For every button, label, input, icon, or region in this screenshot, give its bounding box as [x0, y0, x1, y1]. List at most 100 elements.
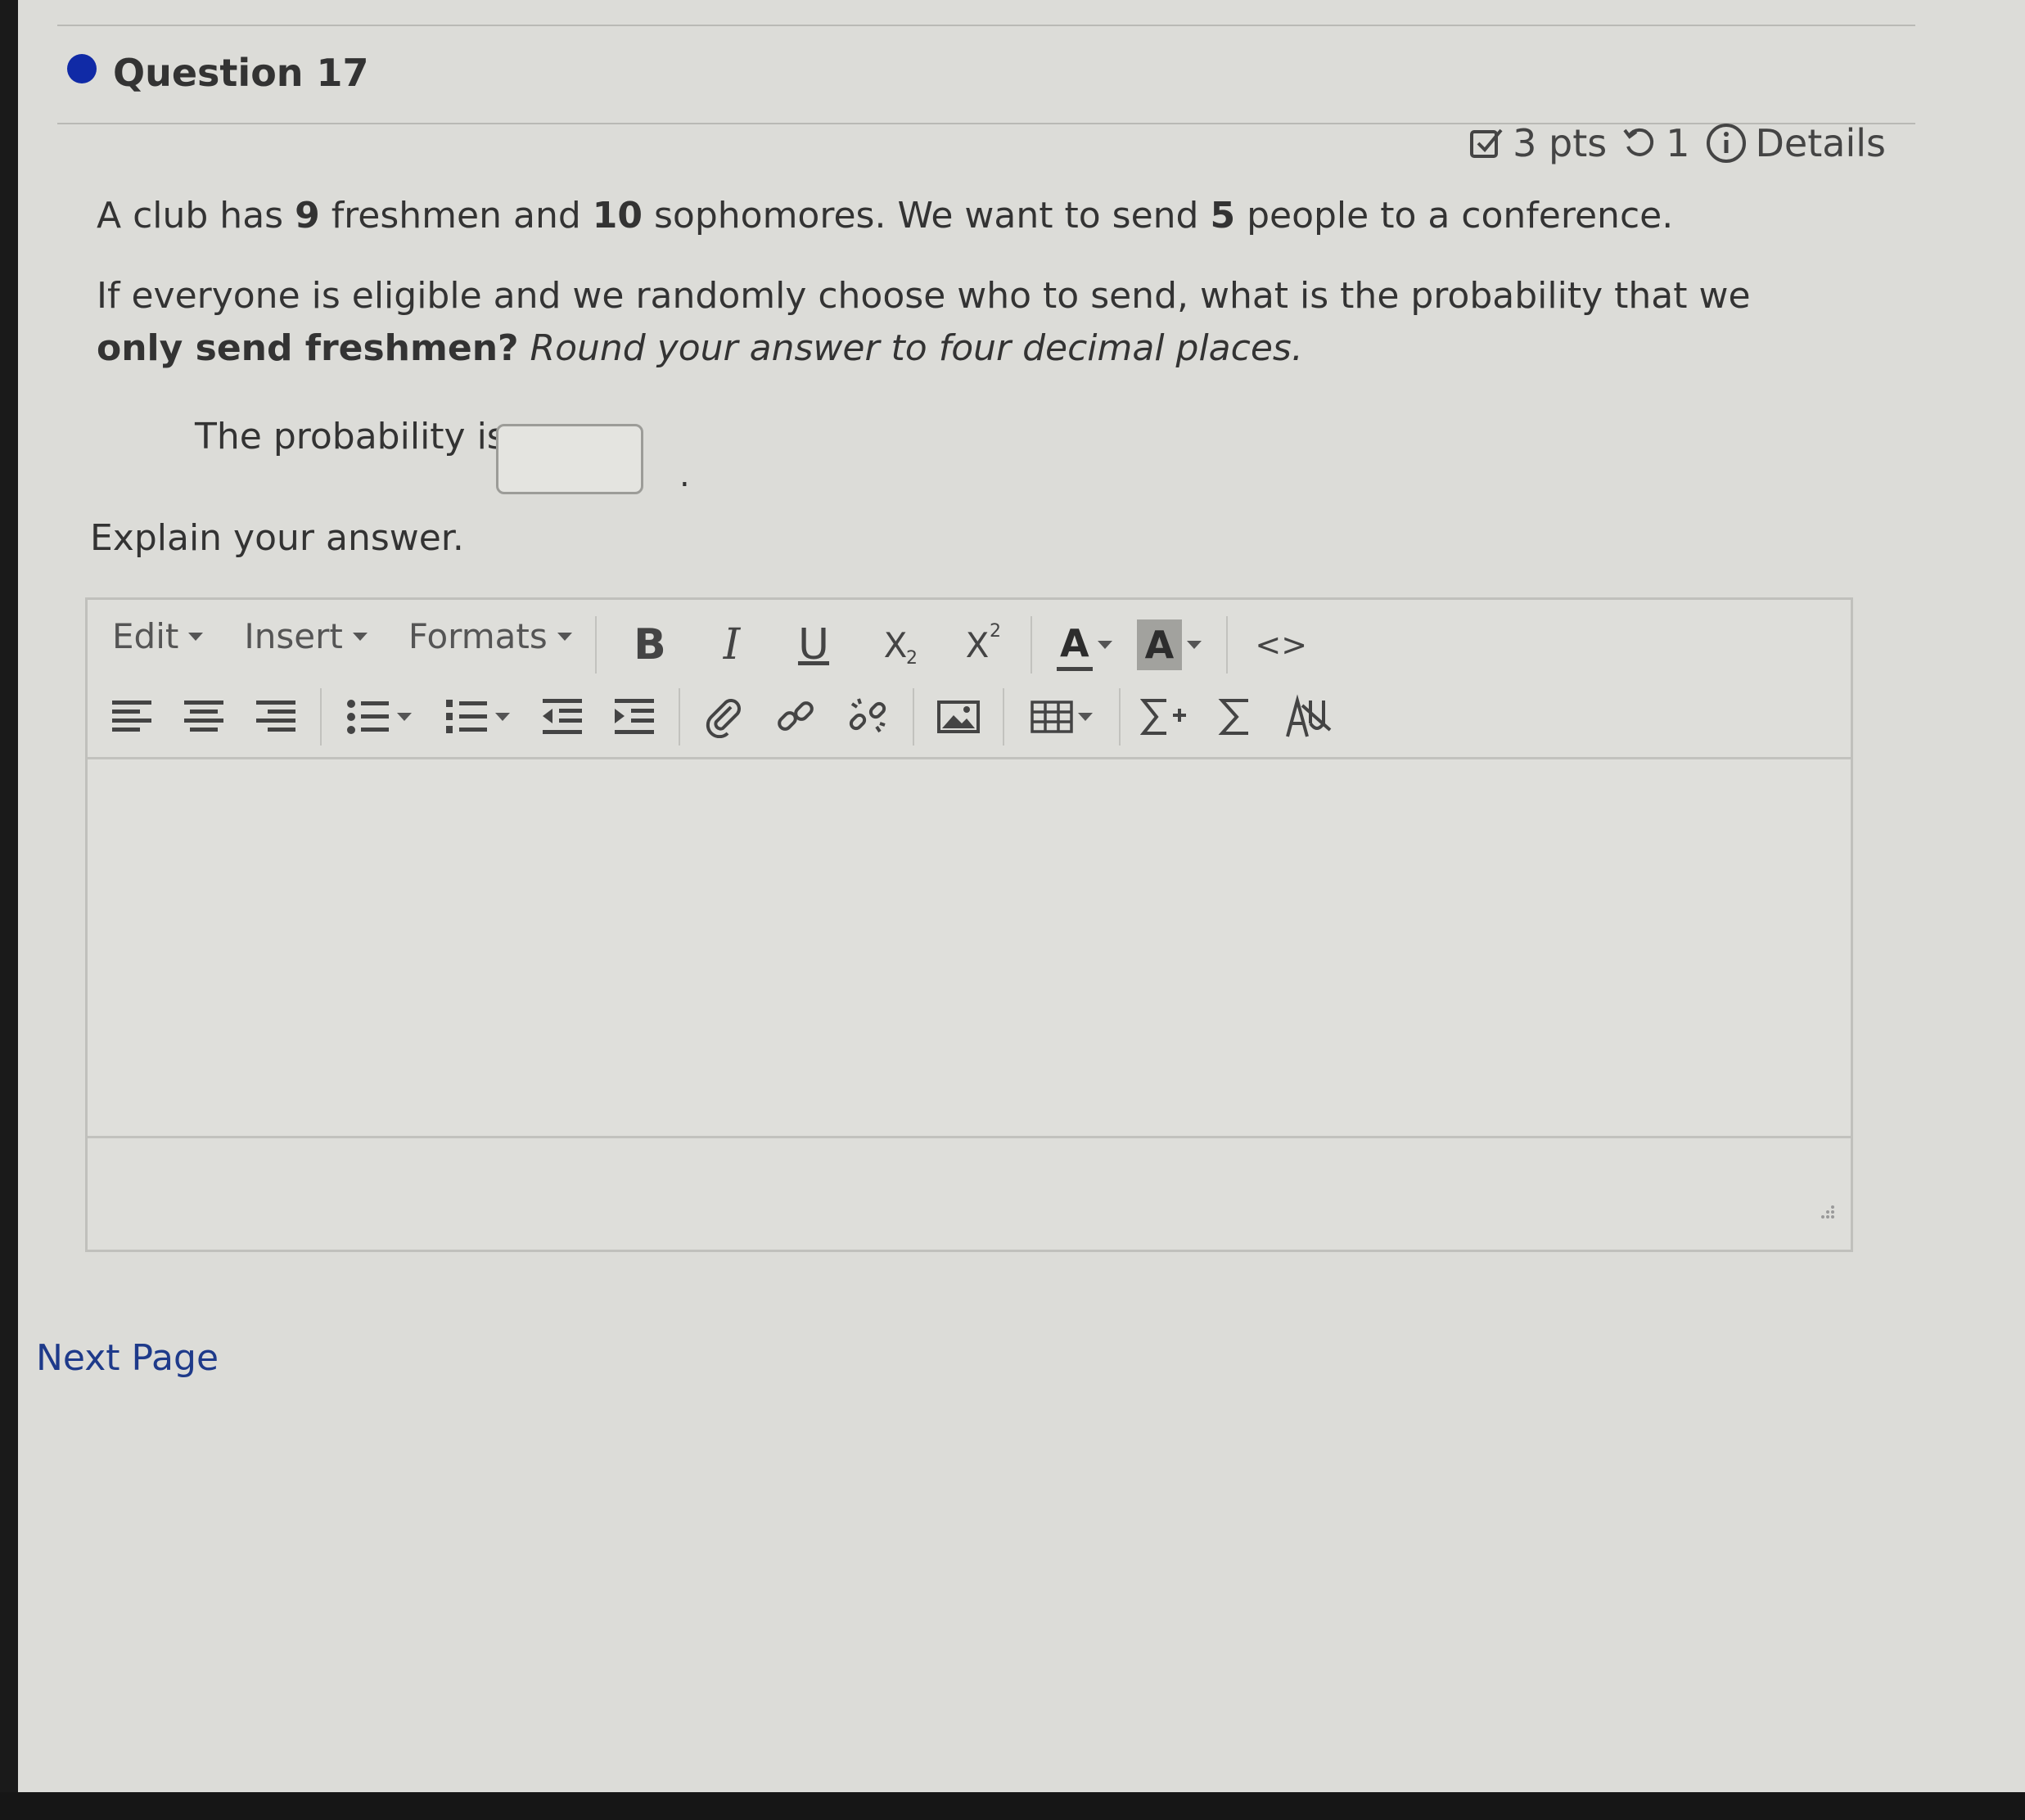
menu-formats[interactable]: Formats: [408, 616, 572, 656]
retry-icon: [1621, 125, 1657, 161]
superscript-mark: 2: [990, 621, 1001, 642]
bold-icon: B: [634, 620, 666, 669]
insert-equation-button[interactable]: [1137, 689, 1193, 745]
info-icon: [1705, 122, 1748, 164]
question-text-segment: If everyone is eligible and we randomly …: [97, 275, 1751, 317]
chevron-down-icon: [557, 632, 572, 641]
underline-button[interactable]: U: [785, 616, 842, 673]
source-code-button[interactable]: <>: [1252, 616, 1310, 673]
align-center-button[interactable]: [176, 689, 232, 745]
code-icon: <>: [1255, 627, 1308, 663]
toolbar-separator: [913, 688, 914, 746]
toolbar-separator: [1119, 688, 1121, 746]
screen-bezel-left: [0, 0, 18, 1820]
italic-icon: I: [723, 620, 741, 669]
accessibility-check-icon: [1286, 694, 1332, 737]
toolbar-separator: [1226, 616, 1229, 673]
sigma-icon: [1218, 699, 1248, 735]
toolbar-separator: [1003, 688, 1004, 746]
superscript-button[interactable]: X2: [949, 616, 1006, 673]
editor-status-bar: [88, 1138, 1851, 1228]
chevron-down-icon: [397, 713, 412, 721]
chevron-down-icon: [1187, 641, 1202, 649]
bullet-list-icon: [347, 700, 389, 734]
attempts-count: 1: [1666, 121, 1690, 165]
people-count: 5: [1210, 195, 1236, 237]
text-color-icon: A: [1057, 619, 1093, 671]
resize-handle-icon[interactable]: [1811, 1196, 1836, 1220]
accessibility-checker-button[interactable]: [1281, 689, 1337, 745]
question-text-1: A club has 9 freshmen and 10 sophomores.…: [97, 190, 1799, 242]
screen-bezel-bottom: [0, 1792, 2025, 1820]
toolbar-separator: [1031, 616, 1032, 673]
chevron-down-icon: [188, 632, 204, 641]
probability-answer-input[interactable]: [496, 424, 643, 494]
image-icon: [937, 701, 980, 733]
background-color-button[interactable]: A: [1136, 619, 1202, 670]
details-label: Details: [1755, 121, 1886, 165]
align-left-button[interactable]: [104, 689, 160, 745]
unlink-icon: [849, 698, 886, 733]
menu-edit-label: Edit: [112, 616, 179, 656]
bold-button[interactable]: B: [621, 616, 679, 673]
question-text-segment: freshmen and: [319, 195, 593, 237]
editor-toolbar-row-1: B I U X2 X2 A A <>: [595, 616, 1310, 673]
table-icon: [1031, 701, 1073, 733]
indent-icon: [615, 699, 654, 734]
align-left-icon: [112, 701, 151, 732]
freshmen-count: 9: [295, 195, 320, 237]
toolbar-separator: [320, 688, 322, 746]
editor-content-area[interactable]: [88, 757, 1851, 1138]
attempts-indicator: 1: [1621, 121, 1690, 165]
italic-button[interactable]: I: [703, 616, 760, 673]
chevron-down-icon: [352, 632, 368, 641]
explain-label: Explain your answer.: [90, 517, 464, 559]
points-label: 3 pts: [1513, 121, 1608, 165]
details-link[interactable]: Details: [1705, 121, 1886, 165]
answer-label: The probability is: [195, 416, 506, 457]
question-text-segment: sophomores. We want to send: [643, 195, 1211, 237]
editor-menubar: Edit Insert Formats: [112, 616, 572, 656]
chevron-down-icon: [1078, 713, 1093, 721]
editor-toolbar-row-2: [104, 688, 1337, 746]
link-icon: [778, 701, 814, 731]
top-divider: [57, 25, 1915, 26]
menu-formats-label: Formats: [408, 616, 548, 656]
insert-image-button[interactable]: [931, 689, 986, 745]
numbered-list-icon: [446, 700, 487, 733]
question-text-segment: A club has: [97, 195, 295, 237]
math-editor-button[interactable]: [1209, 689, 1265, 745]
align-right-button[interactable]: [248, 689, 304, 745]
align-center-icon: [184, 701, 223, 732]
checkbox-icon: [1468, 125, 1504, 161]
indent-button[interactable]: [607, 689, 662, 745]
menu-insert[interactable]: Insert: [244, 616, 368, 656]
superscript-icon: X: [965, 624, 990, 665]
question-text-2: If everyone is eligible and we randomly …: [97, 270, 1799, 375]
next-page-link[interactable]: Next Page: [36, 1337, 219, 1379]
answer-suffix: .: [679, 457, 690, 494]
subscript-icon: X: [883, 624, 908, 665]
numbered-list-button[interactable]: [436, 689, 518, 745]
question-text-bold: only send freshmen?: [97, 327, 519, 369]
menu-insert-label: Insert: [244, 616, 343, 656]
question-status-dot: [67, 54, 97, 83]
points-indicator: 3 pts: [1468, 121, 1607, 165]
insert-table-button[interactable]: [1021, 689, 1103, 745]
question-text-italic: Round your answer to four decimal places…: [518, 327, 1303, 369]
sophomore-count: 10: [592, 195, 643, 237]
menu-edit[interactable]: Edit: [112, 616, 204, 656]
bullet-list-button[interactable]: [338, 689, 420, 745]
rich-text-editor: Edit Insert Formats B I U X2 X2 A A <>: [85, 597, 1853, 1252]
insert-link-button[interactable]: [769, 689, 824, 745]
sigma-plus-icon: [1140, 699, 1186, 735]
chevron-down-icon: [1097, 641, 1112, 649]
attach-file-button[interactable]: [697, 689, 752, 745]
question-title: Question 17: [113, 51, 369, 95]
subscript-button[interactable]: X2: [867, 616, 924, 673]
outdent-button[interactable]: [534, 689, 590, 745]
unlink-button[interactable]: [841, 689, 896, 745]
text-color-button[interactable]: A: [1057, 619, 1112, 671]
subscript-mark: 2: [906, 648, 918, 669]
question-meta: 3 pts 1 Details: [1468, 121, 1886, 165]
